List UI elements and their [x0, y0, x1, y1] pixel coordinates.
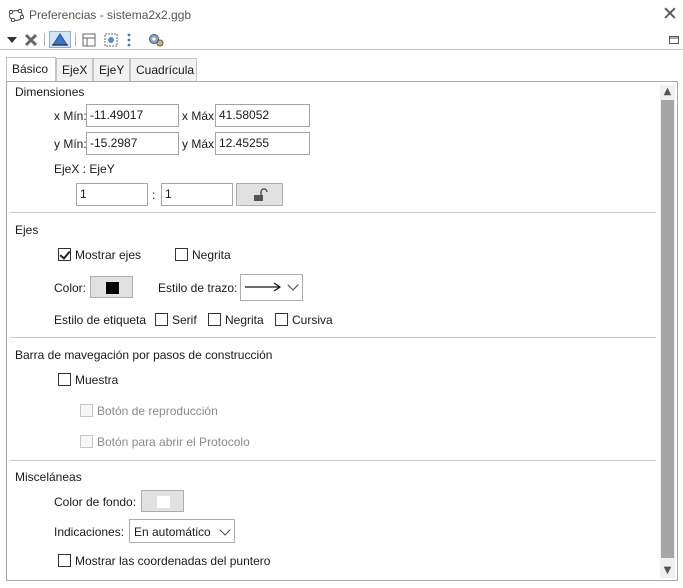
show-navbar-label: Muestra	[75, 373, 119, 387]
restore-window-icon[interactable]	[667, 31, 681, 48]
protocol-button-checkbox[interactable]	[80, 435, 93, 448]
close-icon[interactable]: ✕	[659, 3, 681, 25]
xmin-label: x Mín:	[54, 109, 87, 123]
ratio-x-input[interactable]: 1	[76, 183, 148, 206]
algebra-icon[interactable]	[102, 31, 120, 48]
geogebra-app-icon	[8, 8, 24, 22]
color-swatch	[106, 282, 119, 294]
more-icon[interactable]	[124, 31, 134, 48]
tooltips-selected-value: En automático	[134, 525, 211, 539]
section-title-navigation: Barra de mavegación por pasos de constru…	[15, 348, 273, 362]
label-bold-label: Negrita	[225, 313, 264, 327]
section-title-misc: Misceláneas	[15, 470, 82, 484]
section-divider	[10, 460, 656, 461]
section-title-dimensiones: Dimensiones	[15, 85, 85, 99]
ratio-lock-button[interactable]	[236, 183, 283, 206]
chevron-down-icon	[287, 279, 299, 291]
xmax-label: x Máx:	[182, 109, 218, 123]
line-style-dropdown[interactable]	[240, 274, 303, 301]
scroll-down-icon[interactable]: ▼	[660, 564, 675, 578]
tab-basico[interactable]: Básico	[6, 57, 56, 81]
serif-checkbox[interactable]	[155, 313, 168, 326]
section-title-ejes: Ejes	[15, 223, 39, 237]
tooltips-dropdown[interactable]: En automático	[129, 519, 235, 543]
arrow-line-icon	[245, 282, 282, 292]
chevron-down-icon	[219, 524, 231, 536]
graphics-view-icon[interactable]	[49, 31, 71, 48]
tab-ejex[interactable]: EjeX	[56, 58, 93, 81]
tooltips-label: Indicaciones:	[54, 525, 125, 539]
ratio-separator: :	[152, 188, 156, 202]
section-divider	[10, 212, 656, 213]
ratio-y-input[interactable]: 1	[161, 183, 233, 206]
toolbar-separator	[44, 33, 45, 46]
serif-label: Serif	[172, 313, 197, 327]
axis-ratio-label: EjeX : EjeY	[54, 162, 115, 176]
title-bar: Preferencias - sistema2x2.ggb ✕	[0, 0, 683, 30]
ymax-input[interactable]: 12.45255	[215, 132, 310, 155]
tab-ejey[interactable]: EjeY	[93, 58, 130, 81]
show-navbar-checkbox[interactable]	[58, 373, 71, 386]
play-button-label: Botón de reproducción	[97, 404, 218, 418]
tab-cuadricula[interactable]: Cuadrícula	[130, 58, 197, 81]
label-style-label: Estilo de etiqueta	[54, 313, 147, 327]
advanced-settings-icon[interactable]	[147, 31, 165, 48]
preferences-toolbar	[0, 30, 683, 50]
bold-axes-checkbox[interactable]	[175, 248, 188, 261]
play-button-checkbox[interactable]	[80, 404, 93, 417]
layout-icon[interactable]	[80, 31, 98, 48]
show-axes-label: Mostrar ejes	[75, 248, 142, 262]
window-title: Preferencias - sistema2x2.ggb	[29, 8, 192, 22]
ymin-label: y Mín:	[54, 137, 87, 151]
bg-color-label: Color de fondo:	[54, 495, 137, 509]
italic-checkbox[interactable]	[275, 313, 288, 326]
axes-color-button[interactable]	[90, 276, 133, 298]
label-bold-checkbox[interactable]	[208, 313, 221, 326]
menu-dropdown-icon[interactable]	[3, 31, 21, 48]
ymin-input[interactable]: -15.2987	[86, 132, 179, 155]
show-axes-checkbox[interactable]	[58, 248, 71, 261]
unlock-icon	[254, 188, 268, 201]
section-divider	[10, 337, 656, 338]
italic-label: Cursiva	[292, 313, 333, 327]
scroll-up-icon[interactable]: ▲	[660, 85, 675, 99]
xmax-input[interactable]: 41.58052	[215, 104, 310, 127]
bold-axes-label: Negrita	[192, 248, 231, 262]
axes-color-label: Color:	[54, 281, 87, 295]
bg-color-button[interactable]	[141, 490, 184, 512]
show-coords-label: Mostrar las coordenadas del puntero	[75, 554, 271, 568]
xmin-input[interactable]: -11.49017	[86, 104, 179, 127]
show-coords-checkbox[interactable]	[58, 554, 71, 567]
toolbar-separator	[75, 33, 76, 46]
color-swatch	[157, 496, 170, 508]
scrollbar-thumb[interactable]	[661, 100, 674, 558]
line-style-label: Estilo de trazo:	[158, 281, 238, 295]
protocol-button-label: Botón para abrir el Protocolo	[97, 435, 250, 449]
ymax-label: y Máx:	[182, 137, 218, 151]
graphics-settings-icon[interactable]	[22, 31, 40, 48]
